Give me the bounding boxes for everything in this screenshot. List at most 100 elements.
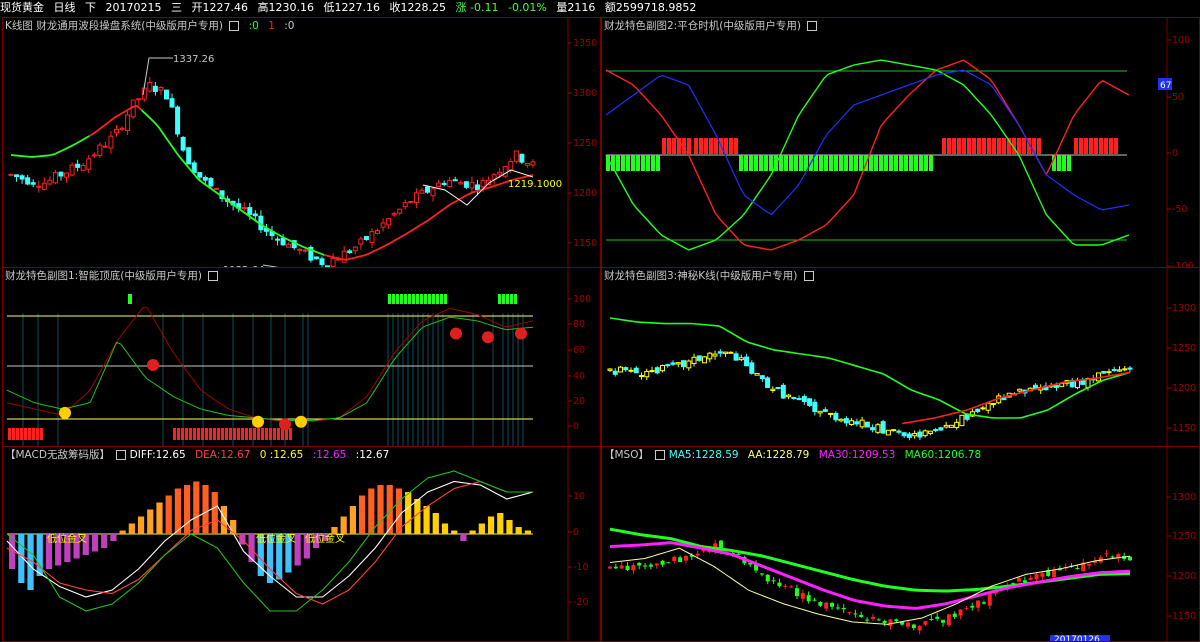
bottom-bar xyxy=(221,428,224,440)
candle-down xyxy=(733,353,739,361)
candle-up xyxy=(86,158,92,170)
sub1-panel-title: 财龙特色副图1:智能顶底(中级版用户专用) xyxy=(5,268,219,283)
mso-ma60-value: MA60:1206.78 xyxy=(904,449,982,461)
collapse-icon[interactable] xyxy=(807,21,818,31)
sub1-panel[interactable]: 财龙特色副图1:智能顶底(中级版用户专用) 100 80 60 40 20 0 xyxy=(2,267,601,447)
candle-up xyxy=(1116,369,1122,372)
bottom-bar xyxy=(241,428,244,440)
candle-up xyxy=(859,419,865,428)
macd-panel[interactable]: 【MACD无敌筹码版】 DIFF:12.65 DEA:12.67 0 :12.6… xyxy=(2,446,601,642)
signal-bar-up xyxy=(952,138,956,154)
candle-up xyxy=(987,592,992,606)
top-bar xyxy=(444,294,447,304)
candle-up xyxy=(447,179,453,188)
sub3-panel-title: 财龙特色副图3:神秘K线(中级版用户专用) xyxy=(604,268,814,283)
bottom-bar xyxy=(253,428,256,440)
candle-down xyxy=(818,602,823,606)
candle-down xyxy=(186,147,192,165)
candle-up xyxy=(402,202,408,208)
candle-down xyxy=(319,258,325,265)
bottom-bar xyxy=(8,428,11,440)
candle-down xyxy=(812,401,818,412)
candle-up xyxy=(213,187,219,190)
candle-down xyxy=(759,573,764,575)
bottom-bar xyxy=(32,428,35,440)
candle-up xyxy=(847,612,852,614)
top-bar xyxy=(420,294,423,304)
signal-bar-up xyxy=(1114,138,1118,154)
hist-bar-negative xyxy=(460,534,467,541)
axis-tick-label: 1300 xyxy=(573,88,597,99)
candle-down xyxy=(474,184,480,191)
candle-down xyxy=(876,619,881,621)
candle-down xyxy=(896,430,902,433)
candle-down xyxy=(58,171,64,177)
signal-bar-down xyxy=(794,155,798,171)
signal-bar-up xyxy=(699,138,703,154)
candle-up xyxy=(497,171,503,175)
candle-up xyxy=(369,231,375,243)
candle-down xyxy=(952,613,957,617)
main-kline-panel[interactable]: K线图 财龙通用波段操盘系统(中级版用户专用) :0 1 :0 1350 1300… xyxy=(2,17,601,268)
signal-bar-down xyxy=(919,155,923,171)
candle-down xyxy=(660,560,665,565)
mso-panel[interactable]: 【MSO】 MA5:1228.59 AA:1228.79 MA30:1209.5… xyxy=(601,446,1200,642)
top-bar xyxy=(436,294,439,304)
candle-down xyxy=(759,375,765,380)
signal-bar-down xyxy=(849,155,853,171)
candle-down xyxy=(749,362,755,374)
collapse-icon[interactable] xyxy=(229,21,240,31)
candle-up xyxy=(1052,570,1057,577)
sub2-panel[interactable]: 财龙特色副图2:平仓时机(中级版用户专用) 100 50 0 -50 -100 67 xyxy=(601,17,1200,268)
candle-down xyxy=(970,605,975,608)
sub3-panel[interactable]: 财龙特色副图3:神秘K线(中级版用户专用) 1300 1250 1200 1150 xyxy=(601,267,1200,447)
signal-bar-down xyxy=(1057,155,1061,171)
candle-up xyxy=(964,607,969,609)
bottom-bar xyxy=(205,428,208,440)
hist-bar-positive xyxy=(524,530,531,534)
mso-ma5-value: MA5:1228.59 xyxy=(668,449,739,461)
candle-up xyxy=(905,622,910,627)
signal-bar-down xyxy=(894,155,898,171)
signal-bar-up xyxy=(694,138,698,154)
candle-up xyxy=(683,555,688,561)
candle-up xyxy=(980,407,986,410)
candle-down xyxy=(853,613,858,615)
candle-up xyxy=(397,208,403,214)
high-price-label: 1337.26 xyxy=(173,54,214,65)
signal-bar-down xyxy=(904,155,908,171)
hist-bar-positive xyxy=(451,530,458,534)
candle-up xyxy=(849,420,855,425)
candle-up xyxy=(959,414,965,427)
candle-down xyxy=(191,162,197,173)
collapse-icon[interactable] xyxy=(116,450,127,460)
bottom-bar xyxy=(12,428,15,440)
collapse-icon[interactable] xyxy=(208,271,219,281)
hist-bar-negative xyxy=(91,534,99,552)
macd-title-text: 【MACD无敌筹码版】 xyxy=(5,449,110,461)
hist-bar-positive xyxy=(349,506,356,534)
hist-bar-positive xyxy=(174,488,181,534)
mso-aa-value: AA:1228.79 xyxy=(747,449,810,461)
hist-bar-positive xyxy=(368,488,375,534)
macd-chart-svg: 100-10-20低位金叉 低位金叉 低位金叉 xyxy=(6,447,589,641)
axis-tick-label: 0 xyxy=(573,527,579,538)
period-label[interactable]: 日线 xyxy=(54,1,76,14)
candle-up xyxy=(660,364,666,372)
collapse-icon[interactable] xyxy=(655,450,666,460)
bottom-bar xyxy=(237,428,240,440)
signal-bar-up xyxy=(687,138,691,154)
signal-bar-down xyxy=(749,155,753,171)
candle-down xyxy=(894,619,899,622)
top-bar xyxy=(432,294,435,304)
candle-down xyxy=(765,574,770,582)
top-bar xyxy=(400,294,403,304)
candle-down xyxy=(163,89,169,100)
bottom-bar xyxy=(20,428,23,440)
candle-down xyxy=(859,614,864,617)
candle-up xyxy=(608,566,612,569)
candle-down xyxy=(30,182,36,185)
top-bar xyxy=(514,294,517,304)
candle-up xyxy=(375,230,381,234)
collapse-icon[interactable] xyxy=(803,271,814,281)
